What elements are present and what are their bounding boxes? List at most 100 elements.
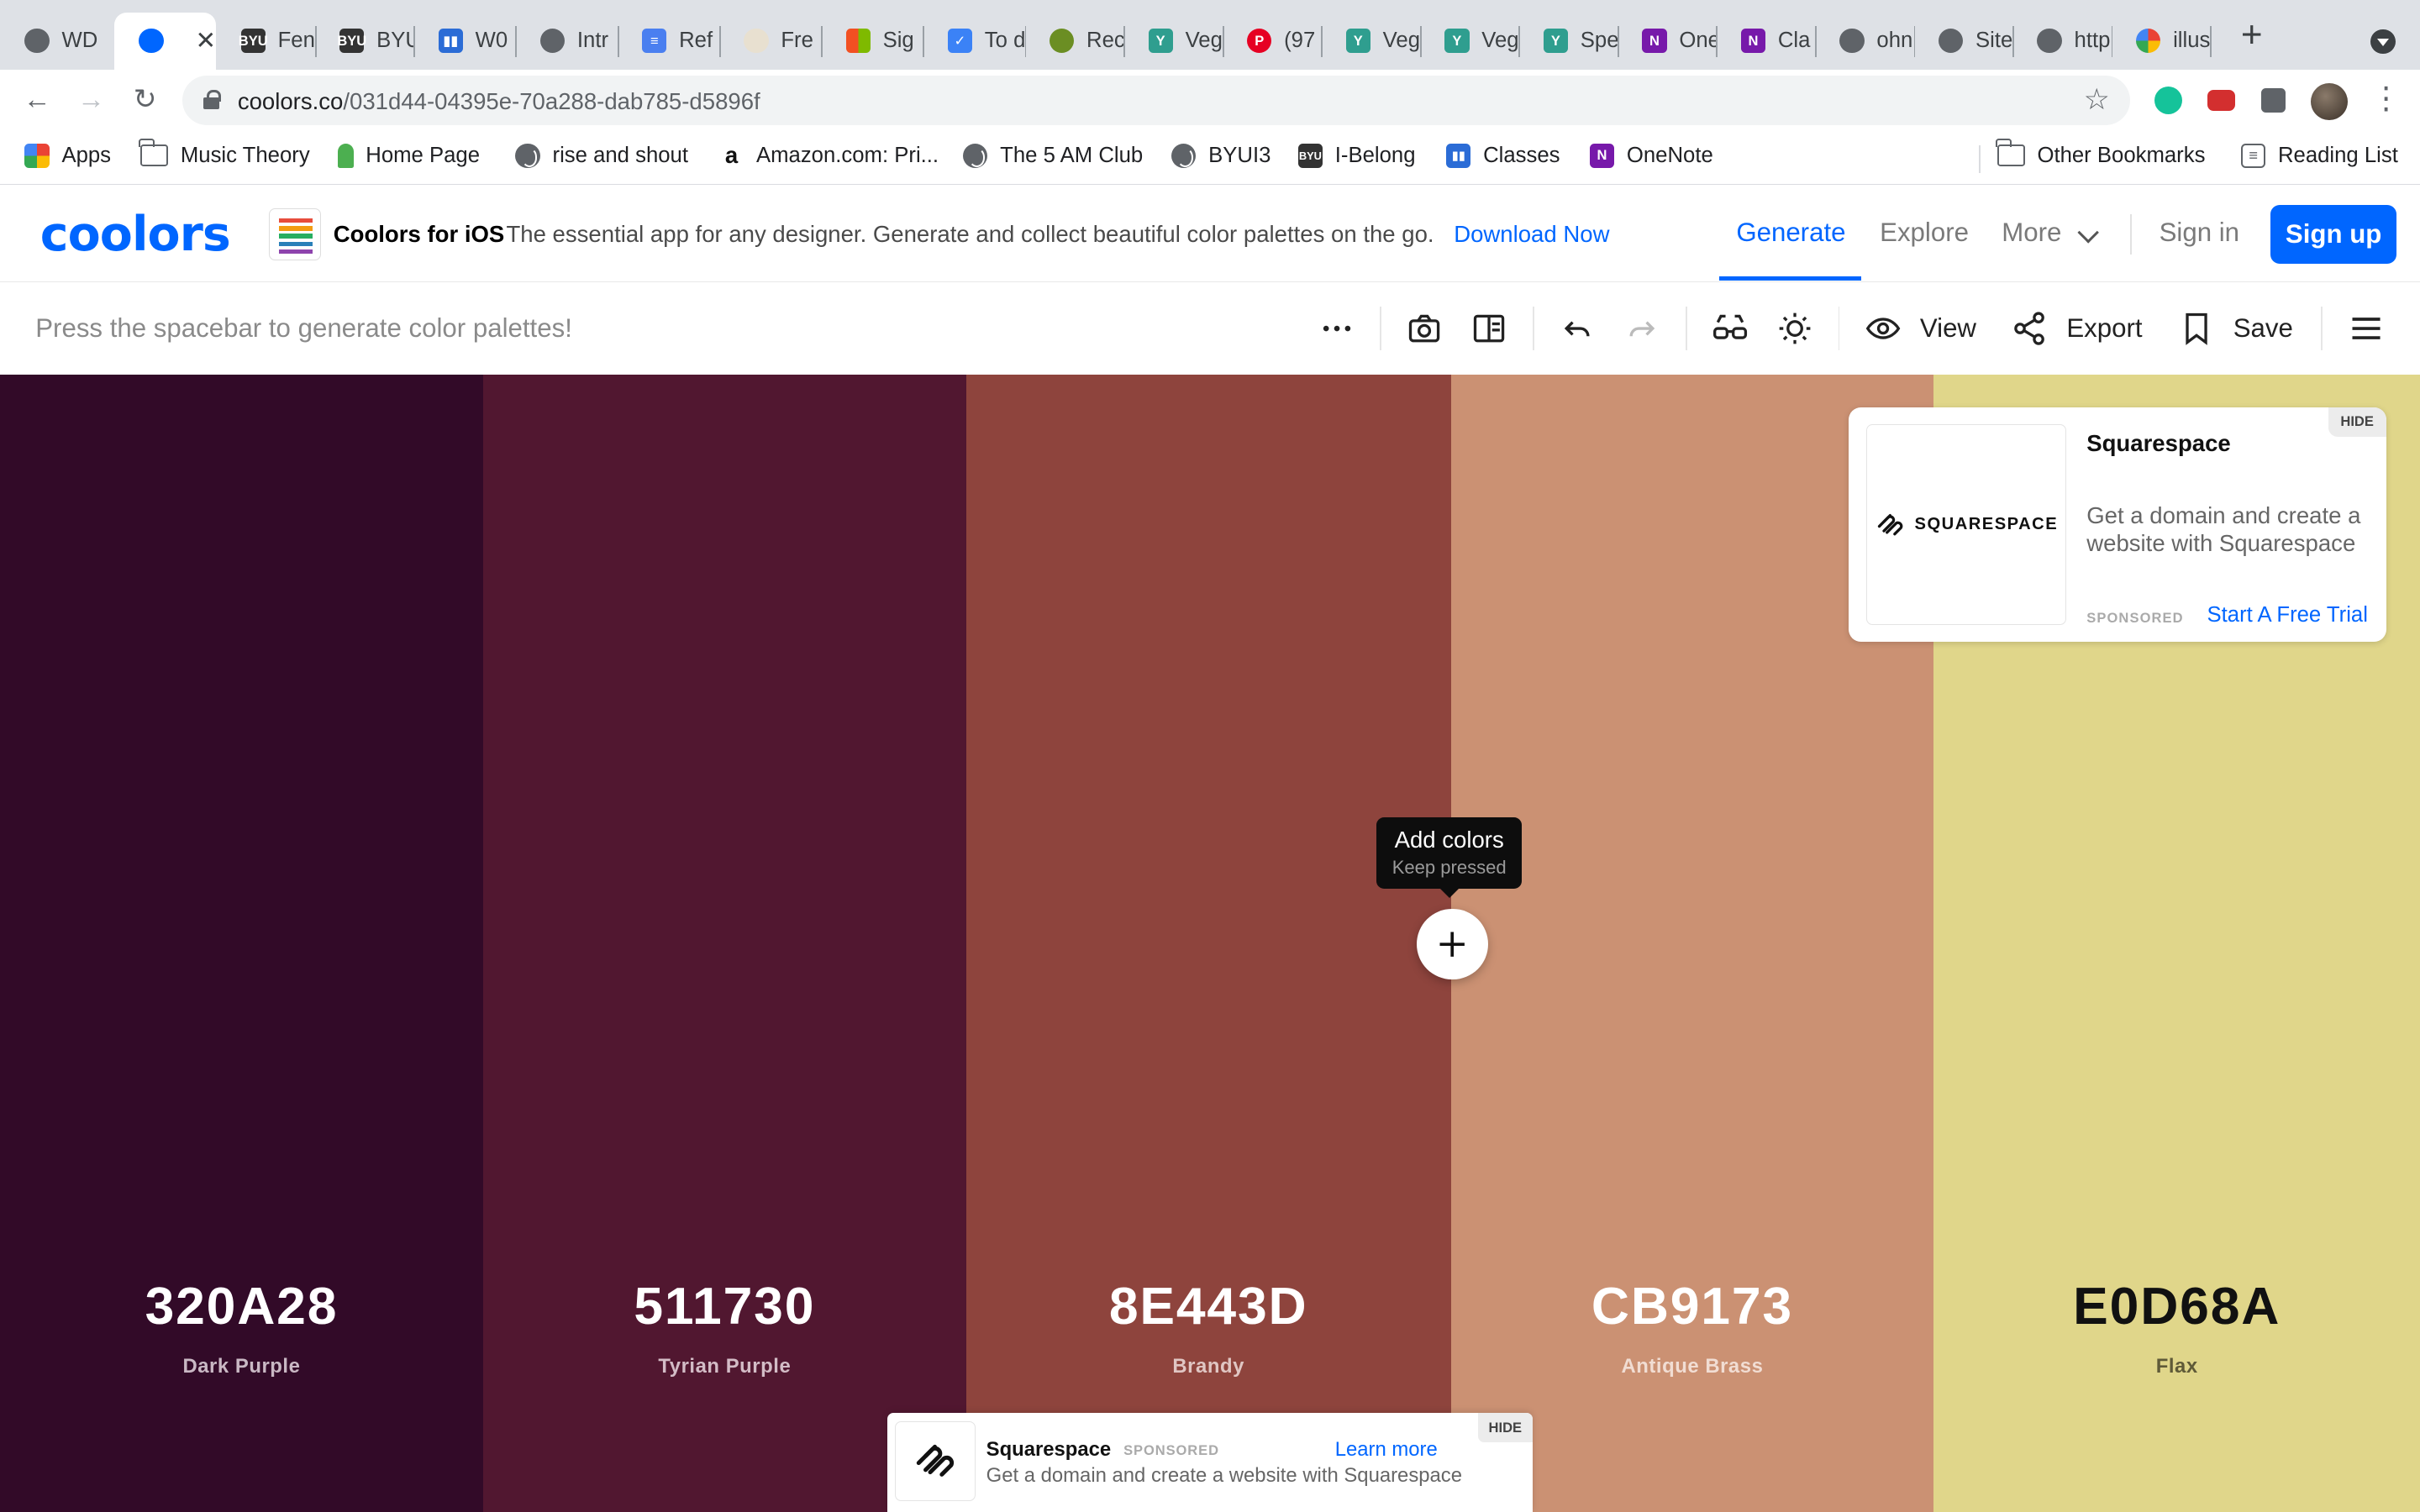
color-name: Tyrian Purple <box>658 1354 792 1378</box>
browser-tab[interactable]: Y Veg <box>1420 13 1518 70</box>
video-extension-icon[interactable] <box>2207 89 2235 112</box>
browser-tab[interactable]: Site <box>1914 13 2013 70</box>
browser-tab[interactable]: Fre <box>719 13 821 70</box>
add-color-button[interactable] <box>1417 908 1488 980</box>
apps-grid-icon <box>24 143 50 169</box>
squarespace-logo[interactable]: SQUARESPACE <box>1865 424 2067 625</box>
browser-tab[interactable]: P (97 <box>1223 13 1322 70</box>
nav-generate[interactable]: Generate <box>1736 218 1845 248</box>
hide-ad-button[interactable]: HIDE <box>2328 407 2386 437</box>
extensions-puzzle-icon[interactable] <box>2260 87 2286 113</box>
squarespace-logo[interactable] <box>895 1420 976 1502</box>
sign-up-button[interactable]: Sign up <box>2270 205 2397 265</box>
brightness-button[interactable] <box>1776 307 1813 349</box>
other-bookmarks[interactable]: Other Bookmarks <box>1996 139 2205 168</box>
close-icon[interactable]: ✕ <box>196 26 217 55</box>
bookmark-apps[interactable]: Apps <box>24 143 111 169</box>
hex-code[interactable]: 8E443D <box>966 1276 1451 1336</box>
color-column[interactable]: 320A28 Dark Purple <box>0 375 483 1512</box>
undo-button[interactable] <box>1559 307 1596 349</box>
browser-tab[interactable]: ✓ To d <box>923 13 1025 70</box>
site-header: coolors Coolors for iOS The essential ap… <box>0 186 2420 283</box>
browser-tab[interactable]: Y Veg <box>1123 13 1223 70</box>
browser-tab[interactable]: ▮▮ W0 <box>413 13 515 70</box>
bookmark-star-icon[interactable]: ☆ <box>2084 83 2110 117</box>
browser-tab[interactable]: illus <box>2112 13 2210 70</box>
tab-search-icon[interactable] <box>2370 29 2396 55</box>
sign-in-link[interactable]: Sign in <box>2160 218 2239 248</box>
redo-button[interactable] <box>1623 307 1660 349</box>
learn-more-link[interactable]: Learn more <box>1335 1438 1438 1462</box>
google-icon <box>2136 28 2161 54</box>
grammarly-extension-icon[interactable] <box>2154 86 2183 114</box>
bookmark-5am-club[interactable]: The 5 AM Club <box>963 143 1143 169</box>
browser-tab[interactable]: ohn <box>1815 13 1914 70</box>
eye-icon <box>1865 318 1901 339</box>
browser-tab[interactable]: http <box>2012 13 2112 70</box>
toolbar-divider <box>1685 307 1687 350</box>
browser-tab[interactable]: Y Veg <box>1321 13 1420 70</box>
color-blindness-button[interactable] <box>1712 307 1749 349</box>
dots-icon <box>744 28 769 54</box>
color-column[interactable]: 511730 Tyrian Purple <box>482 375 966 1512</box>
browser-tab[interactable]: BYU BYU <box>315 13 413 70</box>
download-now-link[interactable]: Download Now <box>1454 221 1609 248</box>
sprout-icon: Y <box>1444 28 1470 54</box>
export-button[interactable]: Export <box>2011 307 2143 349</box>
hex-code[interactable]: E0D68A <box>1933 1276 2420 1336</box>
banner-brand[interactable]: Squarespace <box>986 1438 1112 1462</box>
browser-tab-active[interactable]: Coolors ✕ <box>113 12 217 70</box>
ad-brand[interactable]: Squarespace <box>2086 430 2231 457</box>
hex-code[interactable]: 511730 <box>483 1276 966 1336</box>
reading-list[interactable]: ≡ Reading List <box>2240 143 2398 169</box>
browser-tab[interactable]: ≡ Ref <box>618 13 719 70</box>
browser-tab[interactable]: Rec <box>1025 13 1123 70</box>
forward-arrow-icon[interactable]: → <box>76 84 107 116</box>
image-picker-button[interactable] <box>1406 307 1443 349</box>
bookmark-music-theory[interactable]: Music Theory <box>139 139 310 168</box>
address-bar[interactable]: coolors.co/031d44-04395e-70a288-dab785-d… <box>182 75 2130 125</box>
banner-body: Get a domain and create a website with S… <box>986 1464 1462 1488</box>
chevron-down-icon[interactable] <box>2077 222 2100 244</box>
browser-tab[interactable]: Sig <box>821 13 923 70</box>
bookmarks-bar: Apps Music Theory Home Page rise and sho… <box>0 131 2420 186</box>
palette-view-button[interactable] <box>1470 307 1507 349</box>
start-free-trial-link[interactable]: Start A Free Trial <box>2207 603 2368 627</box>
browser-tab[interactable]: BYU Fen <box>216 13 315 70</box>
browser-tab[interactable]: Y Spe <box>1518 13 1618 70</box>
bookmark-byui3[interactable]: BYUI3 <box>1171 143 1270 169</box>
hex-code[interactable]: CB9173 <box>1451 1276 1934 1336</box>
hide-banner-button[interactable]: HIDE <box>1477 1413 1533 1443</box>
back-arrow-icon[interactable]: ← <box>22 84 53 116</box>
view-button[interactable]: View <box>1865 307 1976 349</box>
browser-tab[interactable]: N One <box>1618 13 1716 70</box>
bookmark-amazon[interactable]: a Amazon.com: Pri... <box>718 142 939 168</box>
bookmark-home-page[interactable]: Home Page <box>338 143 481 169</box>
globe-icon <box>963 143 988 169</box>
bookmark-label: rise and shout <box>552 143 688 167</box>
bookmark-onenote[interactable]: N OneNote <box>1589 143 1713 169</box>
browser-menu-icon[interactable]: ⋮ <box>2370 82 2402 114</box>
hex-code[interactable]: 320A28 <box>0 1276 483 1336</box>
profile-avatar[interactable] <box>2310 83 2348 121</box>
sprout-icon: Y <box>1543 28 1569 54</box>
save-button[interactable]: Save <box>2178 307 2293 349</box>
more-options-button[interactable] <box>1318 307 1355 349</box>
bookmark-label: Home Page <box>366 143 481 167</box>
hamburger-menu-button[interactable] <box>2348 307 2385 349</box>
reload-icon[interactable]: ↻ <box>129 84 160 116</box>
tab-label: Site <box>1975 29 2013 53</box>
coolors-logo[interactable]: coolors <box>40 207 231 262</box>
new-tab-button[interactable]: + <box>2235 16 2269 53</box>
color-column[interactable]: 8E443D Brandy <box>965 375 1451 1512</box>
bookmark-i-belong[interactable]: BYU I-Belong <box>1297 143 1415 169</box>
browser-tab[interactable]: N Cla <box>1716 13 1815 70</box>
bookmark-classes[interactable]: ▮▮ Classes <box>1446 143 1560 169</box>
nav-more[interactable]: More <box>2002 218 2061 248</box>
globe-icon <box>1171 143 1197 169</box>
browser-tab[interactable]: WD <box>0 13 114 70</box>
split-view-icon <box>1474 314 1505 343</box>
nav-explore[interactable]: Explore <box>1880 218 1969 248</box>
browser-tab[interactable]: Intr <box>515 13 617 70</box>
bookmark-rise-and-shout[interactable]: rise and shout <box>515 143 688 169</box>
